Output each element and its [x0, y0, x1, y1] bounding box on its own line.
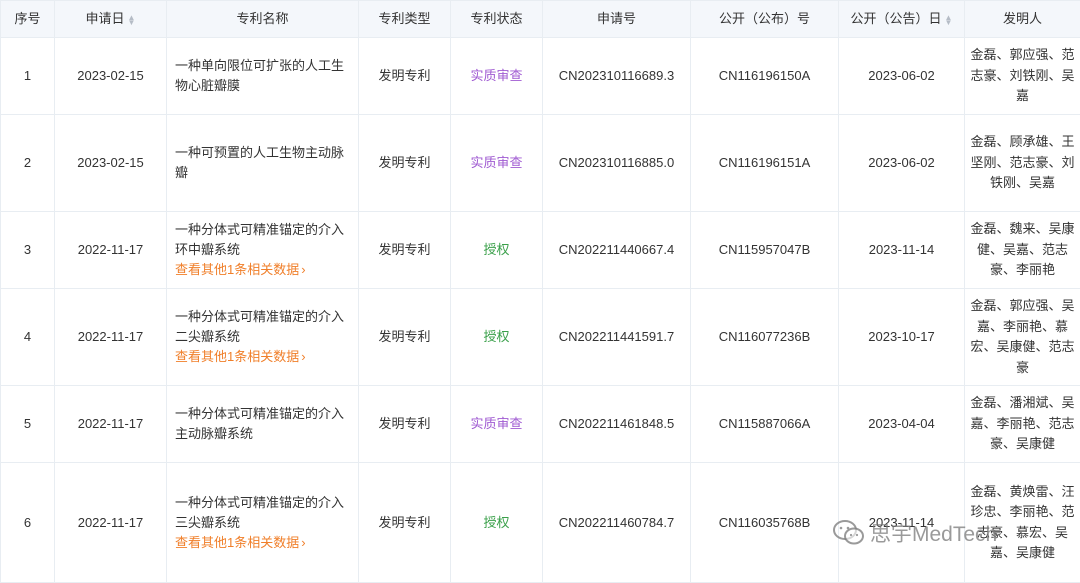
patent-table: 序号 申请日▲▼ 专利名称 专利类型 专利状态 申请号 公开（公布）号 公开（公… — [0, 0, 1080, 583]
cell-status: 授权 — [451, 212, 543, 289]
cell-seq: 4 — [1, 289, 55, 386]
status-badge: 实质审查 — [470, 68, 522, 83]
cell-inventors: 金磊、黄焕雷、汪珍忠、李丽艳、范志豪、慕宏、吴嘉、吴康健 — [965, 463, 1080, 583]
status-badge: 授权 — [483, 242, 509, 257]
cell-app-no: CN202211461848.5 — [543, 386, 691, 463]
cell-status: 实质审查 — [451, 38, 543, 115]
cell-name[interactable]: 一种分体式可精准锚定的介入主动脉瓣系统 — [167, 386, 359, 463]
patent-title[interactable]: 一种分体式可精准锚定的介入三尖瓣系统 — [175, 495, 344, 530]
related-data-link[interactable]: 查看其他1条相关数据› — [175, 533, 352, 553]
status-badge: 实质审查 — [470, 416, 522, 431]
cell-app-date: 2022-11-17 — [55, 386, 167, 463]
cell-inventors: 金磊、顾承雄、王坚刚、范志豪、刘铁刚、吴嘉 — [965, 115, 1080, 212]
cell-pub-no: CN116196151A — [691, 115, 839, 212]
table-row: 4 2022-11-17 一种分体式可精准锚定的介入二尖瓣系统 查看其他1条相关… — [1, 289, 1080, 386]
status-badge: 授权 — [483, 515, 509, 530]
table-row: 1 2023-02-15 一种单向限位可扩张的人工生物心脏瓣膜 发明专利 实质审… — [1, 38, 1080, 115]
table-row: 3 2022-11-17 一种分体式可精准锚定的介入环中瓣系统 查看其他1条相关… — [1, 212, 1080, 289]
cell-seq: 5 — [1, 386, 55, 463]
chevron-right-icon: › — [301, 349, 305, 364]
cell-pub-no: CN115957047B — [691, 212, 839, 289]
cell-app-date: 2022-11-17 — [55, 212, 167, 289]
cell-app-no: CN202211440667.4 — [543, 212, 691, 289]
cell-app-date: 2022-11-17 — [55, 289, 167, 386]
patent-title[interactable]: 一种单向限位可扩张的人工生物心脏瓣膜 — [175, 58, 344, 93]
cell-inventors: 金磊、潘湘斌、吴嘉、李丽艳、范志豪、吴康健 — [965, 386, 1080, 463]
col-app-date-label: 申请日 — [86, 11, 125, 26]
cell-type: 发明专利 — [359, 289, 451, 386]
cell-name[interactable]: 一种可预置的人工生物主动脉瓣 — [167, 115, 359, 212]
patent-title[interactable]: 一种分体式可精准锚定的介入环中瓣系统 — [175, 222, 344, 257]
cell-pub-date: 2023-06-02 — [839, 115, 965, 212]
table-row: 5 2022-11-17 一种分体式可精准锚定的介入主动脉瓣系统 发明专利 实质… — [1, 386, 1080, 463]
cell-app-no: CN202310116689.3 — [543, 38, 691, 115]
cell-pub-no: CN116196150A — [691, 38, 839, 115]
cell-app-no: CN202211460784.7 — [543, 463, 691, 583]
cell-status: 授权 — [451, 289, 543, 386]
cell-app-date: 2022-11-17 — [55, 463, 167, 583]
col-status-header: 专利状态 — [451, 1, 543, 38]
sort-icon[interactable]: ▲▼ — [945, 15, 953, 25]
related-data-link[interactable]: 查看其他1条相关数据› — [175, 260, 352, 280]
col-pub-date-header[interactable]: 公开（公告）日▲▼ — [839, 1, 965, 38]
cell-status: 实质审查 — [451, 386, 543, 463]
cell-app-date: 2023-02-15 — [55, 115, 167, 212]
col-pub-no-header: 公开（公布）号 — [691, 1, 839, 38]
patent-title[interactable]: 一种分体式可精准锚定的介入主动脉瓣系统 — [175, 406, 344, 441]
cell-app-no: CN202310116885.0 — [543, 115, 691, 212]
chevron-right-icon: › — [301, 262, 305, 277]
table-row: 2 2023-02-15 一种可预置的人工生物主动脉瓣 发明专利 实质审查 CN… — [1, 115, 1080, 212]
patent-title[interactable]: 一种可预置的人工生物主动脉瓣 — [175, 145, 344, 180]
cell-inventors: 金磊、郭应强、吴嘉、李丽艳、慕宏、吴康健、范志豪 — [965, 289, 1080, 386]
col-pub-date-label: 公开（公告）日 — [851, 11, 942, 26]
cell-pub-date: 2023-11-14 — [839, 463, 965, 583]
patent-title[interactable]: 一种分体式可精准锚定的介入二尖瓣系统 — [175, 309, 344, 344]
sort-icon[interactable]: ▲▼ — [128, 15, 136, 25]
cell-type: 发明专利 — [359, 212, 451, 289]
col-seq-header: 序号 — [1, 1, 55, 38]
cell-name[interactable]: 一种分体式可精准锚定的介入三尖瓣系统 查看其他1条相关数据› — [167, 463, 359, 583]
cell-inventors: 金磊、魏来、吴康健、吴嘉、范志豪、李丽艳 — [965, 212, 1080, 289]
status-badge: 授权 — [483, 329, 509, 344]
related-data-label: 查看其他1条相关数据 — [175, 349, 299, 364]
table-row: 6 2022-11-17 一种分体式可精准锚定的介入三尖瓣系统 查看其他1条相关… — [1, 463, 1080, 583]
chevron-right-icon: › — [301, 535, 305, 550]
cell-seq: 1 — [1, 38, 55, 115]
cell-seq: 2 — [1, 115, 55, 212]
cell-type: 发明专利 — [359, 463, 451, 583]
cell-app-no: CN202211441591.7 — [543, 289, 691, 386]
col-type-header: 专利类型 — [359, 1, 451, 38]
cell-app-date: 2023-02-15 — [55, 38, 167, 115]
cell-seq: 3 — [1, 212, 55, 289]
related-data-label: 查看其他1条相关数据 — [175, 535, 299, 550]
status-badge: 实质审查 — [470, 155, 522, 170]
table-header-row: 序号 申请日▲▼ 专利名称 专利类型 专利状态 申请号 公开（公布）号 公开（公… — [1, 1, 1080, 38]
col-app-no-header: 申请号 — [543, 1, 691, 38]
cell-name[interactable]: 一种分体式可精准锚定的介入二尖瓣系统 查看其他1条相关数据› — [167, 289, 359, 386]
cell-name[interactable]: 一种分体式可精准锚定的介入环中瓣系统 查看其他1条相关数据› — [167, 212, 359, 289]
cell-pub-date: 2023-10-17 — [839, 289, 965, 386]
cell-type: 发明专利 — [359, 38, 451, 115]
cell-status: 实质审查 — [451, 115, 543, 212]
cell-pub-date: 2023-06-02 — [839, 38, 965, 115]
col-app-date-header[interactable]: 申请日▲▼ — [55, 1, 167, 38]
cell-pub-date: 2023-11-14 — [839, 212, 965, 289]
cell-status: 授权 — [451, 463, 543, 583]
col-name-header: 专利名称 — [167, 1, 359, 38]
cell-name[interactable]: 一种单向限位可扩张的人工生物心脏瓣膜 — [167, 38, 359, 115]
cell-type: 发明专利 — [359, 115, 451, 212]
related-data-label: 查看其他1条相关数据 — [175, 262, 299, 277]
cell-pub-no: CN115887066A — [691, 386, 839, 463]
cell-pub-date: 2023-04-04 — [839, 386, 965, 463]
col-inventors-header: 发明人 — [965, 1, 1080, 38]
cell-pub-no: CN116077236B — [691, 289, 839, 386]
cell-type: 发明专利 — [359, 386, 451, 463]
cell-pub-no: CN116035768B — [691, 463, 839, 583]
related-data-link[interactable]: 查看其他1条相关数据› — [175, 347, 352, 367]
cell-inventors: 金磊、郭应强、范志豪、刘铁刚、吴嘉 — [965, 38, 1080, 115]
cell-seq: 6 — [1, 463, 55, 583]
